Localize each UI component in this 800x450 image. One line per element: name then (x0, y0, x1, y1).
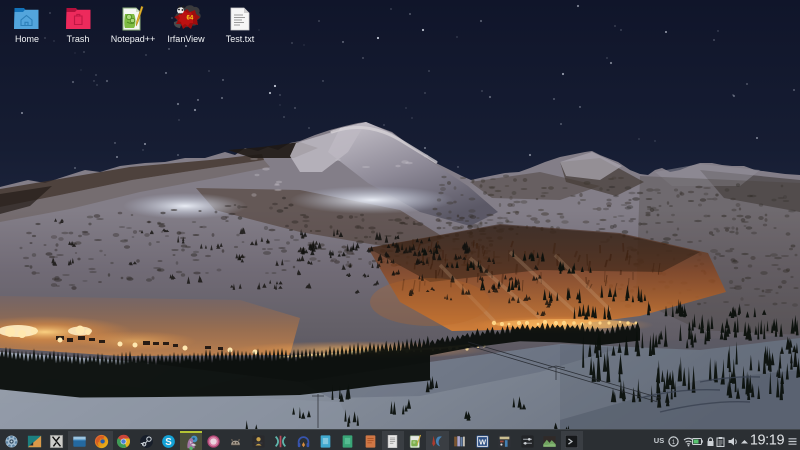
svg-text:1: 1 (672, 440, 676, 446)
svg-text:IrfanView: IrfanView (167, 34, 205, 44)
svg-text:Trash: Trash (67, 34, 90, 44)
svg-text:W: W (479, 437, 487, 446)
svg-text:Test.txt: Test.txt (226, 34, 255, 44)
svg-text:19:19: 19:19 (750, 433, 785, 449)
svg-text:Notepad++: Notepad++ (111, 34, 156, 44)
svg-text:US: US (654, 436, 664, 445)
svg-text:S: S (166, 437, 173, 448)
svg-text:Home: Home (15, 34, 39, 44)
